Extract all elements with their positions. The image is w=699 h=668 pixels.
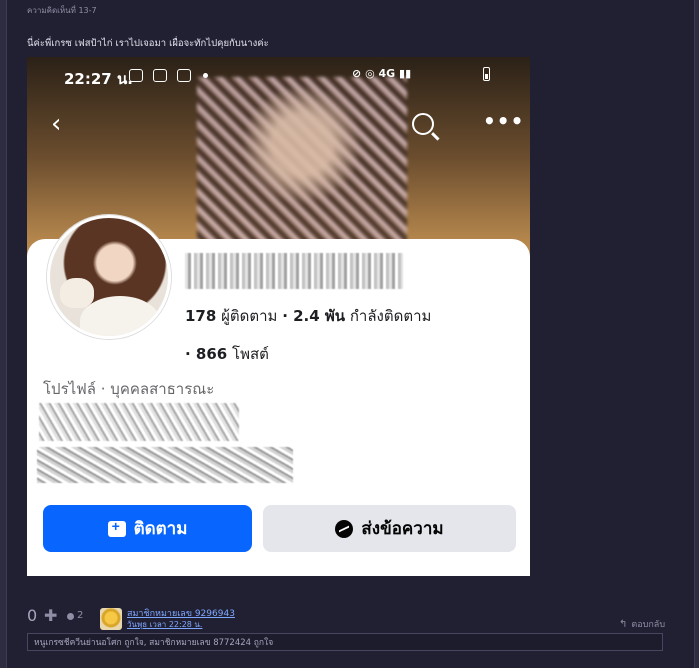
attached-screenshot[interactable]: 22:27 น. ⊘ ◎ 4G ▮▮ ‹ ••• 178 ผู้ติดตาม ·… (27, 57, 530, 576)
app-icon (129, 69, 143, 82)
follow-icon (107, 518, 126, 537)
vote-plus-icon[interactable]: ✚ (44, 606, 57, 625)
vote-count: 0 (27, 606, 38, 625)
emotion-icon[interactable] (67, 613, 74, 620)
follow-stats: 178 ผู้ติดตาม · 2.4 พัน กำลังติดตาม (185, 304, 431, 328)
comment-date[interactable]: วันพุธ เวลา 22:28 น. (127, 618, 202, 631)
profile-category: โปรไฟล์ · บุคคลสาธารณะ (43, 380, 215, 398)
emotion-count: 2 (77, 610, 84, 621)
search-icon[interactable] (412, 113, 434, 135)
commenter-avatar[interactable] (100, 608, 122, 630)
reply-button[interactable]: ↰ ตอบกลับ (619, 617, 665, 631)
following-label[interactable]: กำลังติดตาม (350, 307, 432, 325)
follow-label: ติดตาม (133, 519, 188, 538)
stats-separator: · (282, 307, 294, 325)
posts-separator: · (185, 345, 196, 363)
pixelated-bio-line (37, 447, 293, 483)
messenger-icon (335, 519, 354, 538)
network-status: ⊘ ◎ 4G ▮▮ (352, 67, 411, 80)
message-label: ส่งข้อความ (361, 519, 444, 538)
reply-label: ตอบกลับ (631, 620, 666, 630)
posts-label: โพสต์ (232, 345, 269, 363)
phone-status-bar: 22:27 น. ⊘ ◎ 4G ▮▮ (27, 57, 530, 97)
battery-icon (483, 67, 490, 81)
message-button[interactable]: ส่งข้อความ (263, 505, 516, 552)
app-icon (153, 69, 167, 82)
posts-count: 866 (195, 345, 228, 363)
pixelated-profile-name (185, 253, 403, 289)
following-count: 2.4 พัน (293, 307, 346, 325)
followers-count: 178 (185, 307, 217, 325)
likes-list: หนูเกรซชีควีนย่านอโศก ถูกใจ, สมาชิกหมายเ… (27, 633, 663, 651)
notification-dot-icon (203, 73, 208, 78)
mute-icon: ⊘ (352, 67, 362, 80)
comment-footer: 0 ✚ 2 สมาชิกหมายเลข 9296943 วันพุธ เวลา … (27, 604, 667, 631)
profile-avatar[interactable] (47, 215, 171, 339)
follow-button[interactable]: ติดตาม (43, 505, 252, 552)
comment-text: นี่ค่ะพี่เกรซ เฟสป้าไก่ เราไปเจอมา เผื่อ… (27, 38, 269, 49)
posts-stat: · 866 โพสต์ (185, 342, 269, 366)
status-time: 22:27 น. (64, 70, 133, 88)
app-icon (177, 69, 191, 82)
pixelated-bio-line (39, 403, 239, 441)
signal-icon: ▮▮ (399, 67, 412, 80)
back-icon[interactable]: ‹ (51, 109, 61, 139)
more-options-icon[interactable]: ••• (483, 109, 524, 133)
comment-number: ความคิดเห็นที่ 13-7 (27, 6, 97, 15)
avatar-sweater (80, 296, 160, 336)
wifi-icon: ◎ (365, 67, 375, 80)
avatar-dog (60, 278, 94, 308)
followers-label[interactable]: ผู้ติดตาม (221, 307, 277, 325)
network-label: 4G (378, 67, 396, 80)
reply-icon: ↰ (619, 619, 628, 630)
